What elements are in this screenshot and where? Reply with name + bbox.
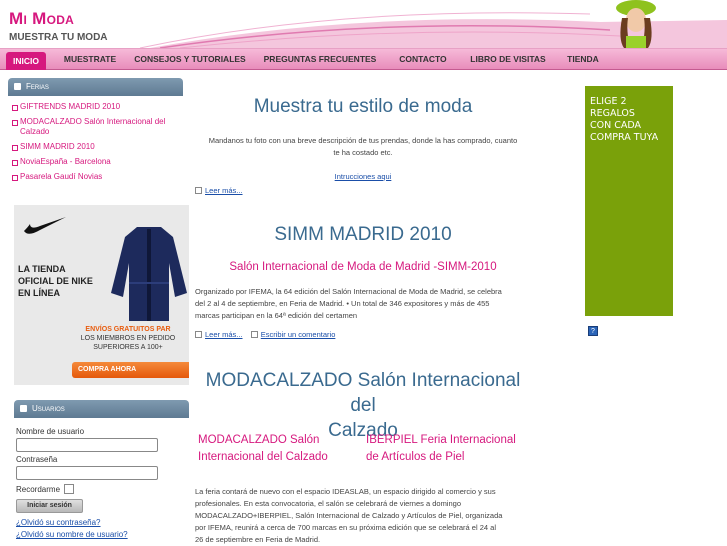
ferias-item[interactable]: MODACALZADO Salón Internacional del Calz… xyxy=(12,117,181,137)
column-heading-line: de Artículos de Piel xyxy=(366,451,465,463)
promo-line: CON CADA xyxy=(590,120,642,131)
username-label: Nombre de usuario xyxy=(16,427,85,436)
bullet-icon xyxy=(14,83,21,90)
comment-icon xyxy=(250,331,258,339)
remember-row: Recordarme xyxy=(16,484,189,494)
ferias-item[interactable]: Pasarela Gaudí Novias xyxy=(12,172,181,182)
bullet-icon xyxy=(20,405,27,412)
nav-consejos[interactable]: CONSEJOS Y TUTORIALES xyxy=(130,49,250,70)
nike-ad-banner[interactable]: LA TIENDA OFICIAL DE NIKE EN LÍNEA ENVÍO… xyxy=(14,205,189,385)
promo-text: ELIGE 2 REGALOS CON CADA COMPRA TUYA xyxy=(590,96,673,144)
post-title-line: MODACALZADO Salón Internacional del xyxy=(205,370,521,416)
model-girl-image xyxy=(616,0,656,48)
nav-contacto[interactable]: CONTACTO xyxy=(390,49,456,70)
ferias-header: Ferias xyxy=(8,78,183,96)
nav-preguntas[interactable]: PREGUNTAS FRECUENTES xyxy=(258,49,382,70)
ad-envios: ENVÍOS GRATUITOS PAR xyxy=(85,326,171,333)
header: Mi Moda MUESTRA TU MODA xyxy=(0,0,727,48)
post-body-line: por IFEMA, reunirá a cerca de 700 marcas… xyxy=(195,523,496,532)
login-form: Nombre de usuario Contraseña Recordarme … xyxy=(14,418,189,539)
login-button[interactable]: Iniciar sesión xyxy=(16,499,83,513)
post-body-line: Organizado por IFEMA, la 64 edición del … xyxy=(195,287,502,296)
left-sidebar: Ferias GIFTRENDS MADRID 2010 MODACALZADO… xyxy=(8,78,189,539)
login-box: Usuarios Nombre de usuario Contraseña Re… xyxy=(14,400,189,539)
promo-line: COMPRA TUYA xyxy=(590,132,659,143)
nav-libro-visitas[interactable]: LIBRO DE VISITAS xyxy=(466,49,550,70)
post-body-line: La feria contará de nuevo con el espacio… xyxy=(195,487,496,496)
post-body-line: marcas participan en la 64ª edición del … xyxy=(195,311,358,320)
remember-label: Recordarme xyxy=(16,484,61,494)
post-body-line: te ha costado etc. xyxy=(333,148,393,157)
post-body: La feria contará de nuevo con el espacio… xyxy=(195,486,531,546)
ad-members: LOS MIEMBROS EN PEDIDO SUPERIORES A 100+ xyxy=(68,334,188,352)
usuarios-header: Usuarios xyxy=(14,400,189,418)
ferias-item[interactable]: GIFTRENDS MADRID 2010 xyxy=(12,102,181,112)
instructions-link[interactable]: Intrucciones aqui xyxy=(335,172,392,181)
read-more-row: Leer más... Escribir un comentario xyxy=(195,330,335,339)
post-body-line: MODACALZADO+IBERPIEL, Salón Internaciona… xyxy=(195,511,503,520)
ad-line: EN LÍNEA xyxy=(18,288,61,298)
ad-buy-button[interactable]: COMPRA AHORA xyxy=(72,362,189,378)
nav-tienda[interactable]: TIENDA xyxy=(558,49,608,70)
comment-link[interactable]: Escribir un comentario xyxy=(261,330,336,339)
forgot-username-link[interactable]: ¿Olvidó su nombre de usuario? xyxy=(16,530,189,539)
ad-line: LA TIENDA xyxy=(18,264,66,274)
ad-members-line: LOS MIEMBROS EN PEDIDO xyxy=(80,335,176,342)
site-title[interactable]: Mi Moda xyxy=(9,9,74,29)
post-body-line: del 2 al 4 de septiembre, en Feria de Ma… xyxy=(195,299,490,308)
ad-line: OFICIAL DE NIKE xyxy=(18,276,93,286)
post-subtitle: Salón Internacional de Moda de Madrid -S… xyxy=(229,261,497,273)
post-body: Organizado por IFEMA, la 64 edición del … xyxy=(195,286,531,322)
promo-line: ELIGE 2 REGALOS xyxy=(590,96,635,119)
nav-muestrate[interactable]: MUESTRATE xyxy=(58,49,122,70)
column-heading: MODACALZADO Salón Internacional del Calz… xyxy=(198,432,358,466)
post-body-line: 26 de septiembre en Feria de Madrid. xyxy=(195,535,321,544)
username-input[interactable] xyxy=(16,438,158,452)
read-more-icon xyxy=(195,331,202,339)
site-tagline: MUESTRA TU MODA xyxy=(9,32,108,43)
read-more-link[interactable]: Leer más... xyxy=(205,186,243,195)
ad-members-line: SUPERIORES A 100+ xyxy=(93,344,163,351)
post-body-line: profesionales. En esta convocatoria, el … xyxy=(195,499,461,508)
ferias-list: GIFTRENDS MADRID 2010 MODACALZADO Salón … xyxy=(8,96,183,182)
usuarios-title: Usuarios xyxy=(32,404,65,413)
remember-checkbox[interactable] xyxy=(64,484,75,494)
nav-inicio[interactable]: INICIO xyxy=(6,52,46,70)
help-icon[interactable]: ? xyxy=(588,326,598,336)
read-more-icon xyxy=(195,187,202,195)
ferias-title: Ferias xyxy=(26,82,49,91)
post-body-line: Mandanos tu foto con una breve descripci… xyxy=(208,136,518,145)
ferias-item[interactable]: SIMM MADRID 2010 xyxy=(12,142,181,152)
read-more-row: Leer más... xyxy=(195,186,243,195)
post-title[interactable]: Muestra tu estilo de moda xyxy=(195,96,531,118)
ad-headline: LA TIENDA OFICIAL DE NIKE EN LÍNEA xyxy=(18,263,98,299)
post-body: Mandanos tu foto con una breve descripci… xyxy=(195,135,531,159)
column-heading-line: Internacional del Calzado xyxy=(198,451,328,463)
column-heading-line: MODACALZADO Salón xyxy=(198,434,320,446)
jacket-image xyxy=(111,227,187,321)
post-link-wrap: Intrucciones aqui xyxy=(195,166,531,184)
post-title[interactable]: SIMM MADRID 2010 xyxy=(195,224,531,246)
password-label: Contraseña xyxy=(16,455,58,464)
main-nav: INICIO MUESTRATE CONSEJOS Y TUTORIALES P… xyxy=(0,48,727,70)
password-input[interactable] xyxy=(16,466,158,480)
forgot-password-link[interactable]: ¿Olvidó su contraseña? xyxy=(16,518,189,527)
promo-banner[interactable]: ELIGE 2 REGALOS CON CADA COMPRA TUYA xyxy=(585,86,673,316)
nike-swoosh-icon xyxy=(24,217,66,234)
column-heading-line: IBERPIEL Feria Internacional xyxy=(366,434,516,446)
ferias-item[interactable]: NoviaEspaña - Barcelona xyxy=(12,157,181,167)
read-more-link[interactable]: Leer más... xyxy=(205,330,243,339)
column-heading: IBERPIEL Feria Internacional de Artículo… xyxy=(366,432,531,466)
